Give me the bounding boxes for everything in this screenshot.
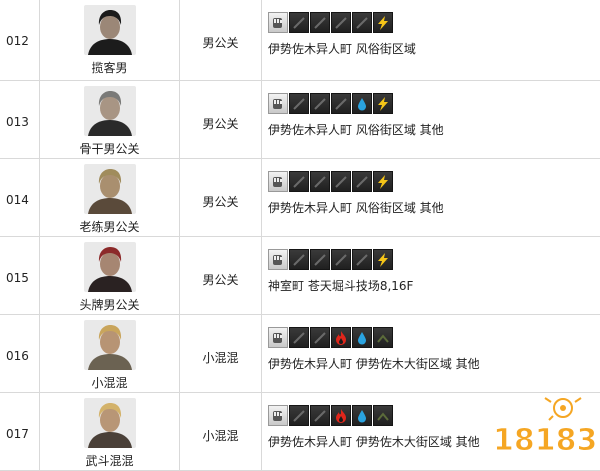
locked-slot-icon: [289, 405, 309, 426]
locked-slot-icon: [352, 171, 372, 192]
row-number: 017: [6, 427, 29, 441]
table-row: 016 小混混 小混混 伊势佐木异人町 伊势佐木大街区域 其他: [0, 315, 600, 393]
fist-icon: [268, 171, 288, 192]
enemy-portrait: [84, 86, 136, 136]
enemy-location: 伊势佐木异人町 伊势佐木大街区域 其他: [268, 435, 480, 449]
fist-icon: [268, 327, 288, 348]
locked-slot-icon: [373, 405, 393, 426]
locked-slot-icon: [289, 249, 309, 270]
locked-slot-icon: [310, 93, 330, 114]
enemy-name: 头牌男公关: [79, 298, 140, 312]
table-row: 012 揽客男 男公关 伊势佐木异人町 风俗街区域: [0, 0, 600, 81]
attribute-icons: [268, 249, 393, 270]
locked-slot-icon: [289, 327, 309, 348]
enemy-location: 伊势佐木异人町 风俗街区域: [268, 42, 416, 56]
attribute-icons: [268, 12, 393, 33]
table-row: 014 老练男公关 男公关 伊势佐木异人町 风俗街区域 其他: [0, 159, 600, 237]
logo-icon: [544, 397, 582, 421]
enemy-name: 小混混: [91, 376, 128, 390]
enemy-name: 武斗混混: [85, 454, 134, 468]
fist-icon: [268, 405, 288, 426]
site-logo: 18183: [493, 397, 597, 459]
table-row: 013 骨干男公关 男公关 伊势佐木异人町 风俗街区域 其他: [0, 81, 600, 159]
attribute-icons: [268, 405, 393, 426]
enemy-type: 男公关: [202, 195, 239, 209]
attribute-icons: [268, 93, 393, 114]
enemy-portrait: [84, 242, 136, 292]
fist-icon: [268, 93, 288, 114]
row-number: 013: [6, 115, 29, 129]
enemy-portrait: [84, 320, 136, 370]
lightning-icon: [373, 171, 393, 192]
lightning-icon: [373, 12, 393, 33]
enemy-portrait: [84, 398, 136, 448]
enemy-type: 男公关: [202, 36, 239, 50]
locked-slot-icon: [373, 327, 393, 348]
locked-slot-icon: [310, 405, 330, 426]
locked-slot-icon: [310, 249, 330, 270]
row-number: 012: [6, 34, 29, 48]
locked-slot-icon: [310, 171, 330, 192]
logo-text: 18183: [493, 423, 597, 458]
locked-slot-icon: [352, 249, 372, 270]
locked-slot-icon: [352, 12, 372, 33]
water-drop-icon: [352, 327, 372, 348]
table-row: 015 头牌男公关 男公关 神室町 苍天堀斗技场8,16F: [0, 237, 600, 315]
fire-icon: [331, 405, 351, 426]
lightning-icon: [373, 93, 393, 114]
enemy-name: 骨干男公关: [79, 142, 140, 156]
enemy-location: 伊势佐木异人町 风俗街区域 其他: [268, 123, 444, 137]
locked-slot-icon: [331, 249, 351, 270]
water-drop-icon: [352, 93, 372, 114]
water-drop-icon: [352, 405, 372, 426]
fire-icon: [331, 327, 351, 348]
enemy-type: 小混混: [202, 429, 239, 443]
enemy-location: 伊势佐木异人町 风俗街区域 其他: [268, 201, 444, 215]
attribute-icons: [268, 327, 393, 348]
locked-slot-icon: [289, 93, 309, 114]
attribute-icons: [268, 171, 393, 192]
enemy-location: 伊势佐木异人町 伊势佐木大街区域 其他: [268, 357, 480, 371]
enemy-location: 神室町 苍天堀斗技场8,16F: [268, 279, 414, 293]
enemy-type: 男公关: [202, 273, 239, 287]
enemy-portrait: [84, 164, 136, 214]
enemy-name: 老练男公关: [79, 220, 140, 234]
locked-slot-icon: [331, 12, 351, 33]
locked-slot-icon: [289, 12, 309, 33]
enemy-portrait: [84, 5, 136, 55]
row-number: 015: [6, 271, 29, 285]
fist-icon: [268, 249, 288, 270]
locked-slot-icon: [310, 327, 330, 348]
enemy-name: 揽客男: [91, 61, 128, 75]
locked-slot-icon: [289, 171, 309, 192]
locked-slot-icon: [310, 12, 330, 33]
enemy-type: 小混混: [202, 351, 239, 365]
row-number: 014: [6, 193, 29, 207]
locked-slot-icon: [331, 171, 351, 192]
lightning-icon: [373, 249, 393, 270]
fist-icon: [268, 12, 288, 33]
enemy-type: 男公关: [202, 117, 239, 131]
locked-slot-icon: [331, 93, 351, 114]
row-number: 016: [6, 349, 29, 363]
